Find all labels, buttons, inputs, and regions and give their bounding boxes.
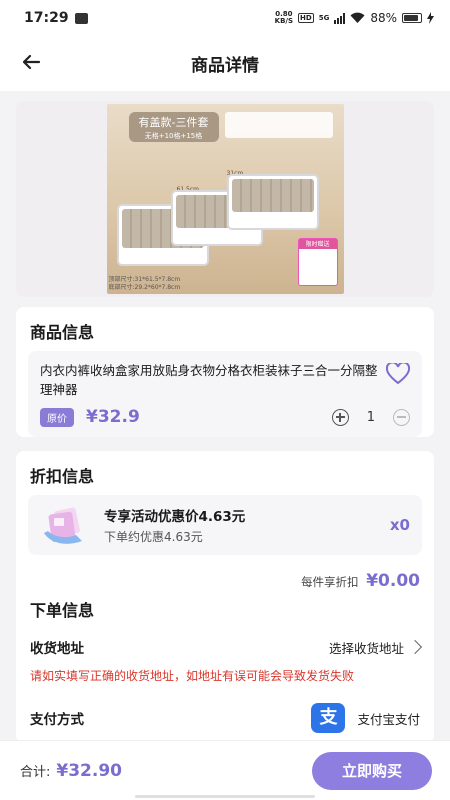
back-arrow-icon[interactable] <box>18 48 46 76</box>
product-info-title: 商品信息 <box>30 323 95 342</box>
image-badge-subtitle: 无格+10格+15格 <box>144 132 203 140</box>
quantity-value: 1 <box>366 409 375 425</box>
storage-bin-right <box>226 174 319 230</box>
network-speed: 0.80 KB/S <box>275 11 293 25</box>
image-dimensions: 顶部尺寸:31*61.5*7.8cm 底部尺寸:29.2*60*7.8cm <box>109 276 181 292</box>
image-size-bottom: 底部尺寸:29.2*60*7.8cm <box>108 284 181 291</box>
original-price-badge: 原价 <box>40 407 74 427</box>
per-item-discount-label: 每件享折扣 <box>301 575 359 589</box>
wifi-icon <box>350 12 365 23</box>
network-speed-unit: KB/S <box>274 17 294 25</box>
charging-icon <box>427 12 434 24</box>
product-image[interactable]: 有盖款-三件套 无格+10格+15格 31cm 61.5cm 限时赠送 顶部尺寸… <box>106 104 344 294</box>
bottom-bar: 合计: ¥32.90 立即购买 <box>0 740 450 800</box>
battery-percent: 88% <box>370 11 397 25</box>
gift-label: 限时赠送 <box>297 238 338 286</box>
gift-label-title: 限时赠送 <box>298 239 337 249</box>
discount-count: x0 <box>389 516 410 534</box>
discount-title: 专享活动优惠价4.63元 <box>104 509 246 525</box>
alipay-icon: 支 <box>311 703 346 733</box>
product-info-card: 商品信息 内衣内裤收纳盒家用放贴身衣物分格衣柜装袜子三合一分隔整理神器 原价 ¥… <box>16 307 434 437</box>
coupon-icon <box>44 507 82 544</box>
image-info-strip <box>224 112 333 138</box>
notification-icon <box>74 12 88 24</box>
image-badge: 有盖款-三件套 无格+10格+15格 <box>128 112 219 142</box>
discount-box: 专享活动优惠价4.63元 下单约优惠4.63元 x0 <box>28 495 422 555</box>
price-left: 原价 ¥32.9 <box>40 407 140 427</box>
per-item-discount-amount: ¥0.00 <box>366 571 420 591</box>
product-price: ¥32.9 <box>86 407 140 427</box>
network-type: 5G <box>318 14 330 22</box>
order-info-title: 下单信息 <box>30 601 95 620</box>
decrease-quantity-button[interactable] <box>393 408 410 426</box>
total-amount: ¥32.90 <box>56 760 122 781</box>
discount-subtitle: 下单约优惠4.63元 <box>104 530 203 544</box>
product-name: 内衣内裤收纳盒家用放贴身衣物分格衣柜装袜子三合一分隔整理神器 <box>40 363 378 397</box>
address-row[interactable]: 收货地址 选择收货地址 <box>16 629 434 665</box>
status-time: 17:29 <box>24 10 69 26</box>
payment-row[interactable]: 支付方式 支 支付宝支付 <box>16 691 434 741</box>
select-address-button[interactable]: 选择收货地址 <box>328 638 423 657</box>
quantity-stepper: 1 <box>331 408 410 426</box>
discount-text: 专享活动优惠价4.63元 下单约优惠4.63元 <box>104 505 390 545</box>
total-label: 合计: <box>20 765 51 780</box>
favorite-heart-icon[interactable] <box>386 363 410 385</box>
image-size-top: 顶部尺寸:31*61.5*7.8cm <box>108 276 181 283</box>
discount-info-title: 折扣信息 <box>30 467 95 486</box>
hd-icon: HD <box>298 13 314 23</box>
product-name-row: 内衣内裤收纳盒家用放贴身衣物分格衣柜装袜子三合一分隔整理神器 <box>40 361 410 399</box>
payment-method[interactable]: 支 支付宝支付 <box>311 703 420 733</box>
status-left: 17:29 <box>24 10 88 26</box>
price-row: 原价 ¥32.9 1 <box>40 407 410 427</box>
signal-icon <box>334 12 346 24</box>
payment-label: 支付方式 <box>30 712 84 728</box>
product-image-card: 有盖款-三件套 无格+10格+15格 31cm 61.5cm 限时赠送 顶部尺寸… <box>16 101 434 297</box>
home-indicator <box>135 795 315 798</box>
page-header: 商品详情 <box>0 36 450 91</box>
address-label: 收货地址 <box>30 641 84 657</box>
select-address-label: 选择收货地址 <box>328 640 404 656</box>
payment-method-label: 支付宝支付 <box>357 711 420 727</box>
order-total: 合计: ¥32.90 <box>20 761 122 781</box>
per-item-discount: 每件享折扣 ¥0.00 <box>16 571 434 591</box>
status-bar: 17:29 0.80 KB/S HD 5G 88% <box>0 0 450 36</box>
discount-order-card: 折扣信息 专享活动优惠价4.63元 下单约优惠4.63元 x0 每件享折扣 ¥0… <box>16 451 434 743</box>
address-warning: 请如实填写正确的收货地址，如地址有误可能会导致发货失败 <box>30 669 355 683</box>
page-content: 有盖款-三件套 无格+10格+15格 31cm 61.5cm 限时赠送 顶部尺寸… <box>0 91 450 743</box>
page-title: 商品详情 <box>191 56 259 76</box>
product-info-box: 内衣内裤收纳盒家用放贴身衣物分格衣柜装袜子三合一分隔整理神器 原价 ¥32.9 … <box>28 351 422 437</box>
increase-quantity-button[interactable] <box>331 408 349 426</box>
buy-now-button[interactable]: 立即购买 <box>312 751 432 790</box>
image-badge-title: 有盖款-三件套 <box>138 116 209 129</box>
battery-icon <box>402 13 422 23</box>
status-right: 0.80 KB/S HD 5G 88% <box>275 11 434 25</box>
chevron-right-icon <box>407 639 423 655</box>
